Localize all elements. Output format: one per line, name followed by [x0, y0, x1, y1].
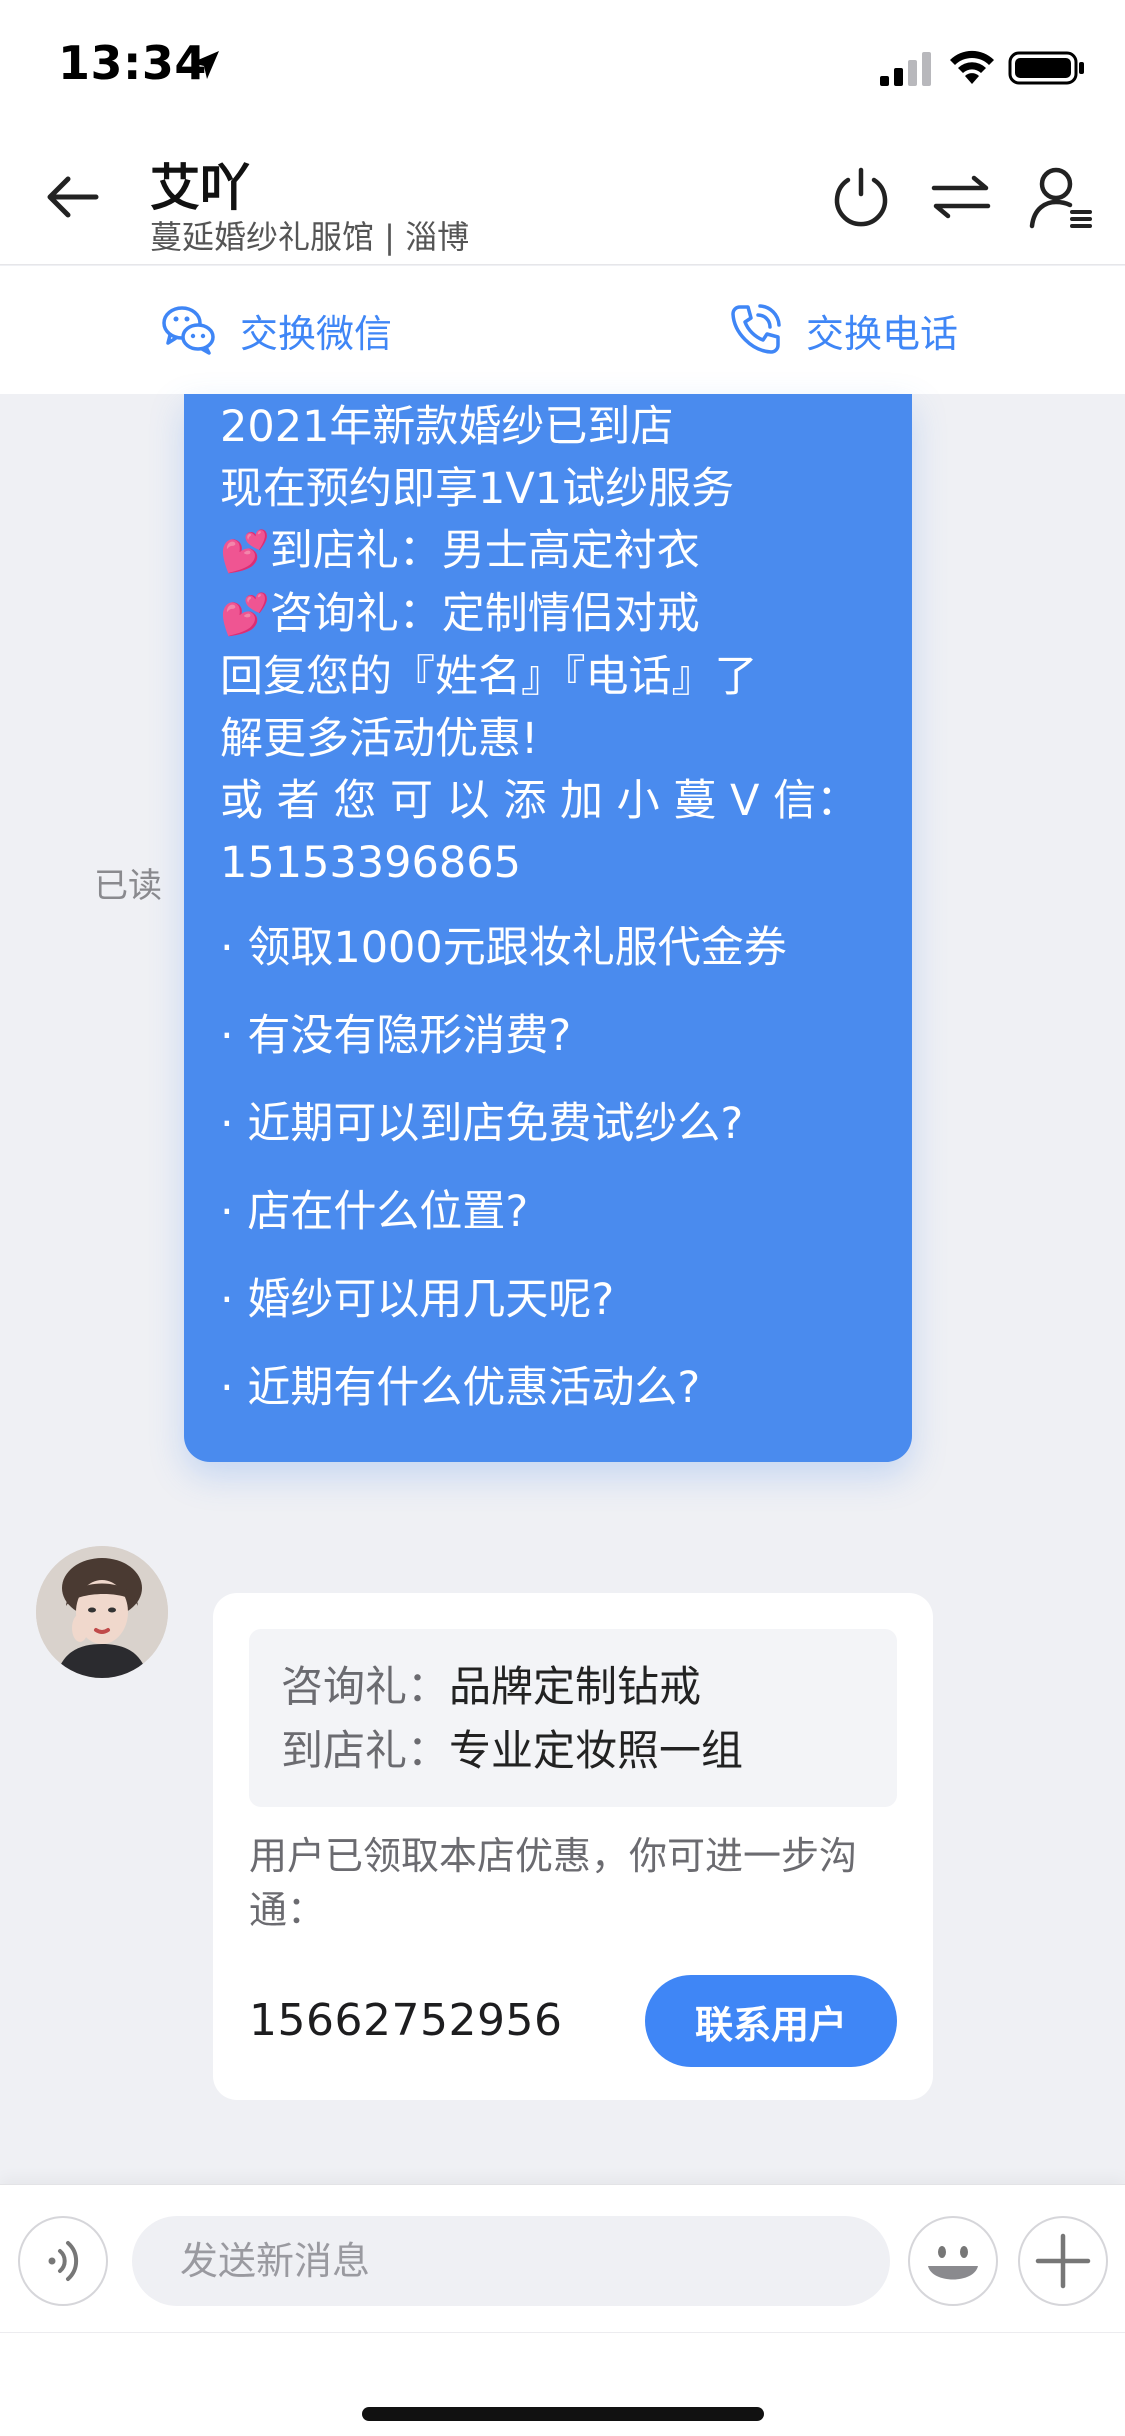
faq-item[interactable]: · 婚纱可以用几天呢?	[220, 1256, 876, 1344]
emoji-icon	[928, 2246, 978, 2280]
gift-text: 咨询礼：定制情侣对戒	[269, 589, 700, 639]
chat-screen: 13:34 艾吖 蔓延婚纱礼服馆 | 淄博 交换微信 交换电话 已读 2021年…	[0, 0, 1125, 2436]
heart-emoji-icon: 💕	[220, 529, 270, 575]
avatar[interactable]	[36, 1546, 168, 1678]
signal-icon	[880, 52, 931, 86]
location-arrow-icon	[191, 51, 219, 79]
gift-text: 到店礼：男士高定衬衣	[269, 526, 700, 576]
exchange-phone-button[interactable]: 交换电话	[726, 296, 958, 364]
message-line: 解更多活动优惠!	[220, 714, 539, 764]
faq-item[interactable]: · 有没有隐形消费?	[220, 992, 876, 1080]
voice-icon	[48, 2241, 79, 2281]
back-arrow-icon[interactable]	[38, 162, 108, 232]
status-time: 13:34	[58, 36, 207, 90]
user-phone-number: 15662752956	[249, 1995, 563, 2046]
message-input[interactable]	[132, 2216, 890, 2306]
avatar-portrait-icon	[36, 1546, 168, 1678]
read-status: 已读	[94, 866, 162, 906]
heart-emoji-icon: 💕	[220, 592, 270, 638]
input-bar	[0, 2184, 1125, 2332]
phone-call-icon	[731, 304, 781, 354]
promo-value: 品牌定制钻戒	[449, 1662, 702, 1711]
wifi-icon	[950, 50, 994, 84]
message-line: 或 者 您 可 以 添 加 小 蔓 V 信：	[220, 776, 860, 826]
promo-line: 到店礼：专业定妆照一组	[281, 1719, 865, 1783]
power-icon[interactable]	[826, 162, 896, 232]
outgoing-message-bubble: 2021年新款婚纱已到店 现在预约即享1V1试纱服务 💕到店礼：男士高定衬衣 💕…	[184, 394, 912, 1462]
home-indicator[interactable]	[362, 2407, 764, 2421]
promo-value: 专业定妆照一组	[449, 1726, 744, 1775]
plus-icon	[1035, 2233, 1091, 2289]
user-menu-icon[interactable]	[1026, 162, 1096, 232]
message-phone-number: 15153396865	[220, 838, 521, 888]
shop-subtitle: 蔓延婚纱礼服馆 | 淄博	[150, 218, 470, 256]
exchange-wechat-button[interactable]: 交换微信	[160, 296, 392, 364]
exchange-phone-label: 交换电话	[806, 311, 959, 356]
voice-button[interactable]	[18, 2216, 108, 2306]
battery-icon	[1008, 51, 1084, 85]
wechat-icon	[162, 306, 215, 355]
faq-item[interactable]: · 店在什么位置?	[220, 1168, 876, 1256]
contact-user-button[interactable]: 联系用户	[645, 1975, 897, 2067]
swap-icon[interactable]	[926, 162, 996, 232]
exchange-bar: 交换微信 交换电话	[0, 266, 1125, 394]
faq-item[interactable]: · 近期有什么优惠活动么?	[220, 1344, 876, 1432]
emoji-button[interactable]	[908, 2216, 998, 2306]
promo-key: 到店礼：	[281, 1726, 450, 1775]
faq-item[interactable]: · 领取1000元跟妆礼服代金券	[220, 904, 876, 992]
faq-item[interactable]: · 近期可以到店免费试纱么?	[220, 1080, 876, 1168]
chat-header: 艾吖 蔓延婚纱礼服馆 | 淄博	[0, 132, 1125, 265]
promo-box: 咨询礼：品牌定制钻戒 到店礼：专业定妆照一组	[249, 1629, 897, 1807]
coupon-claim-card: 咨询礼：品牌定制钻戒 到店礼：专业定妆照一组 用户已领取本店优惠，你可进一步沟通…	[213, 1593, 933, 2100]
home-indicator-area	[0, 2332, 1125, 2436]
status-bar: 13:34	[0, 0, 1125, 132]
exchange-wechat-label: 交换微信	[240, 311, 393, 356]
promo-key: 咨询礼：	[281, 1662, 450, 1711]
card-note: 用户已领取本店优惠，你可进一步沟通：	[249, 1834, 858, 1932]
message-gift-line: 💕咨询礼：定制情侣对戒	[220, 583, 876, 646]
card-bottom: 15662752956 联系用户	[249, 1975, 897, 2067]
message-gift-line: 💕到店礼：男士高定衬衣	[220, 520, 876, 583]
plus-button[interactable]	[1018, 2216, 1108, 2306]
faq-list: · 领取1000元跟妆礼服代金券 · 有没有隐形消费? · 近期可以到店免费试纱…	[220, 904, 876, 1432]
contact-name: 艾吖	[150, 159, 250, 217]
message-line: 现在预约即享1V1试纱服务	[220, 464, 735, 514]
message-line: 2021年新款婚纱已到店	[220, 402, 674, 452]
promo-line: 咨询礼：品牌定制钻戒	[281, 1655, 865, 1719]
message-line: 回复您的『姓名』『电话』了	[220, 652, 758, 702]
